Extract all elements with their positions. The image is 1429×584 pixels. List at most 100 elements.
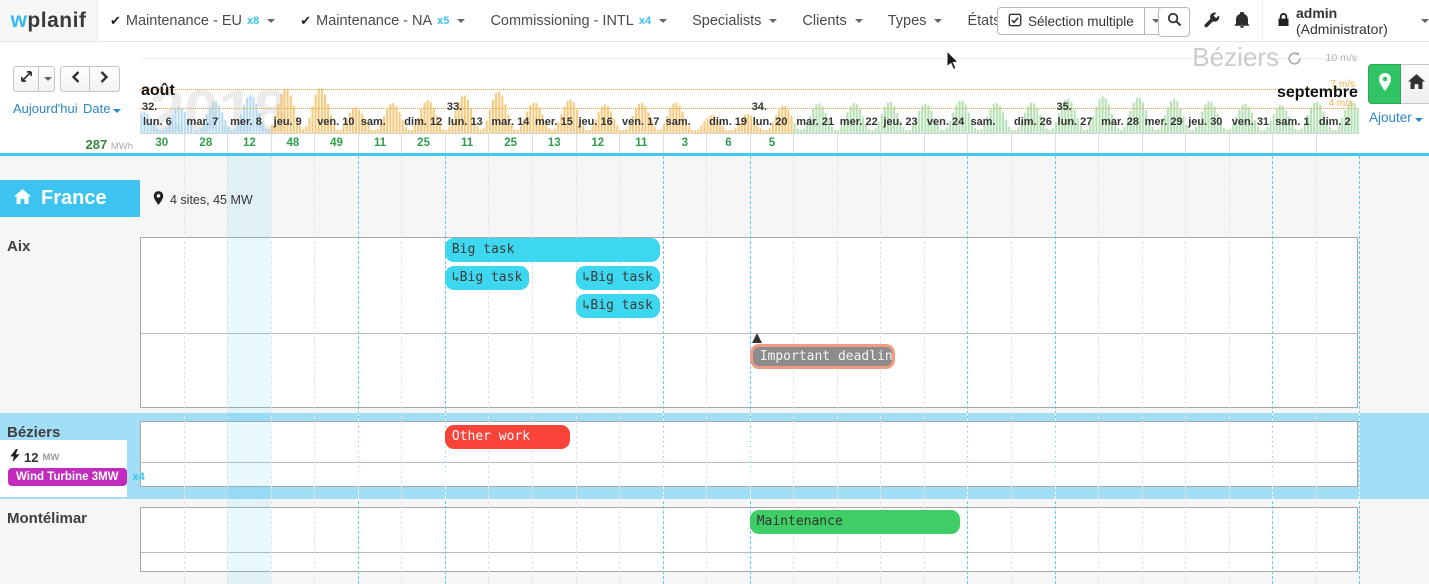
day-total-cell[interactable] <box>1142 134 1186 153</box>
day-total-cell[interactable]: 5 <box>750 134 794 153</box>
wrench-icon[interactable] <box>1203 12 1220 34</box>
nav-item-specialists[interactable]: Specialists <box>692 13 777 29</box>
day-header-mar-7[interactable]: mar. 7 <box>187 116 219 128</box>
day-header-ven-10[interactable]: ven. 10 <box>317 116 354 128</box>
day-header-jeu-16[interactable]: jeu. 16 <box>579 116 613 128</box>
add-dropdown[interactable]: Ajouter <box>1369 110 1423 125</box>
day-total-cell[interactable] <box>1011 134 1055 153</box>
wind-axis-max: 10 m/s <box>1325 52 1357 64</box>
nav-item-maintenance-na[interactable]: ✔Maintenance - NAx5 <box>300 13 465 29</box>
day-header-ven-17[interactable]: ven. 17 <box>622 116 659 128</box>
task-bar-important-deadline[interactable]: Important deadline <box>750 344 895 369</box>
multi-select-button[interactable]: Sélection multiple <box>997 7 1166 35</box>
task-bar-maintenance[interactable]: Maintenance <box>750 510 960 534</box>
day-header-dim-2[interactable]: dim. 2 <box>1319 116 1351 128</box>
day-total-cell[interactable]: 6 <box>706 134 750 153</box>
day-header-lun-13[interactable]: lun. 13 <box>448 116 483 128</box>
day-header-lun-20[interactable]: lun. 20 <box>753 116 788 128</box>
nav-item-types[interactable]: Types <box>888 13 943 29</box>
day-total-cell[interactable] <box>1185 134 1229 153</box>
day-header-sam[interactable]: sam. <box>666 116 691 128</box>
day-header-jeu-9[interactable]: jeu. 9 <box>274 116 302 128</box>
next-button[interactable] <box>90 66 120 92</box>
day-header-mar-28[interactable]: mar. 28 <box>1101 116 1139 128</box>
lightning-icon <box>10 449 20 465</box>
header-divider <box>0 153 1429 156</box>
site-label-beziers[interactable]: Béziers <box>7 424 60 441</box>
nav-item-commissioning-intl[interactable]: Commissioning - INTLx4 <box>490 13 667 29</box>
day-gridline <box>532 156 533 584</box>
day-total-cell[interactable] <box>1316 134 1360 153</box>
task-bar-big-task[interactable]: Big task <box>445 238 660 262</box>
zoom-dropdown-button[interactable] <box>39 66 55 92</box>
day-total-cell[interactable]: 25 <box>401 134 445 153</box>
day-total-cell[interactable] <box>1229 134 1273 153</box>
day-header-dim-12[interactable]: dim. 12 <box>404 116 442 128</box>
today-link[interactable]: Aujourd'hui <box>13 101 78 116</box>
day-total-cell[interactable]: 12 <box>576 134 620 153</box>
group-header-france[interactable]: France <box>0 180 140 217</box>
day-total-cell[interactable]: 3 <box>663 134 707 153</box>
day-header-mer-15[interactable]: mer. 15 <box>535 116 573 128</box>
day-header-mer-8[interactable]: mer. 8 <box>230 116 262 128</box>
map-pin-button[interactable] <box>1368 64 1401 104</box>
day-header-ven-31[interactable]: ven. 31 <box>1232 116 1269 128</box>
day-total-cell[interactable]: 13 <box>532 134 576 153</box>
day-header-ven-24[interactable]: ven. 24 <box>927 116 964 128</box>
day-header-jeu-30[interactable]: jeu. 30 <box>1188 116 1222 128</box>
day-header-mer-22[interactable]: mer. 22 <box>840 116 878 128</box>
turbine-badge[interactable]: Wind Turbine 3MW <box>8 468 127 486</box>
day-total-cell[interactable]: 28 <box>184 134 228 153</box>
day-total-cell[interactable] <box>837 134 881 153</box>
day-header-mar-21[interactable]: mar. 21 <box>796 116 834 128</box>
day-header-dim-19[interactable]: dim. 19 <box>709 116 747 128</box>
site-label-montelimar[interactable]: Montélimar <box>7 510 87 527</box>
weekend-gridline <box>1272 156 1273 584</box>
site-label-aix[interactable]: Aix <box>7 238 30 255</box>
day-total-cell[interactable]: 12 <box>227 134 271 153</box>
day-total-cell[interactable] <box>924 134 968 153</box>
day-gridline <box>1185 156 1186 584</box>
day-total-cell[interactable] <box>793 134 837 153</box>
day-header-jeu-23[interactable]: jeu. 23 <box>883 116 917 128</box>
nav-item-label: Types <box>888 13 927 29</box>
day-header-sam[interactable]: sam. <box>970 116 995 128</box>
day-header-dim-26[interactable]: dim. 26 <box>1014 116 1052 128</box>
day-gridline <box>314 156 315 584</box>
day-total-cell[interactable] <box>880 134 924 153</box>
beziers-power: 12MW <box>10 449 59 465</box>
day-header-mar-14[interactable]: mar. 14 <box>491 116 529 128</box>
day-total-cell[interactable]: 30 <box>140 134 184 153</box>
day-total-cell[interactable]: 48 <box>271 134 315 153</box>
day-header-mer-29[interactable]: mer. 29 <box>1145 116 1183 128</box>
task-bar-big-task[interactable]: ↳Big task <box>445 266 529 290</box>
user-menu[interactable]: admin (Administrator) <box>1262 0 1429 41</box>
day-total-cell[interactable]: 11 <box>619 134 663 153</box>
prev-button[interactable] <box>60 66 90 92</box>
task-bar-big-task[interactable]: ↳Big task <box>576 294 660 318</box>
home-icon <box>14 187 31 210</box>
day-total-cell[interactable] <box>967 134 1011 153</box>
day-total-cell[interactable] <box>1098 134 1142 153</box>
day-total-cell[interactable] <box>1055 134 1099 153</box>
day-header-lun-27[interactable]: lun. 27 <box>1058 116 1093 128</box>
day-total-cell[interactable] <box>1272 134 1316 153</box>
day-header-sam[interactable]: sam. <box>361 116 386 128</box>
refresh-icon[interactable] <box>1287 42 1302 73</box>
expand-button[interactable] <box>13 66 39 92</box>
day-header-lun-6[interactable]: lun. 6 <box>143 116 172 128</box>
nav-item-clients[interactable]: Clients <box>802 13 862 29</box>
day-header-sam-1[interactable]: sam. 1 <box>1275 116 1309 128</box>
day-total-cell[interactable]: 11 <box>358 134 402 153</box>
bell-icon[interactable] <box>1234 12 1250 34</box>
date-dropdown[interactable]: Date <box>83 101 121 116</box>
day-total-cell[interactable]: 11 <box>445 134 489 153</box>
day-total-cell[interactable]: 25 <box>488 134 532 153</box>
task-bar-big-task[interactable]: ↳Big task <box>576 266 660 290</box>
search-button[interactable] <box>1158 7 1190 37</box>
nav-item-maintenance-eu[interactable]: ✔Maintenance - EUx8 <box>110 13 275 29</box>
task-bar-other-work[interactable]: Other work <box>445 425 570 449</box>
day-total-cell[interactable]: 49 <box>314 134 358 153</box>
app-logo[interactable]: wplanif <box>0 0 98 41</box>
home-view-button[interactable] <box>1401 64 1429 104</box>
